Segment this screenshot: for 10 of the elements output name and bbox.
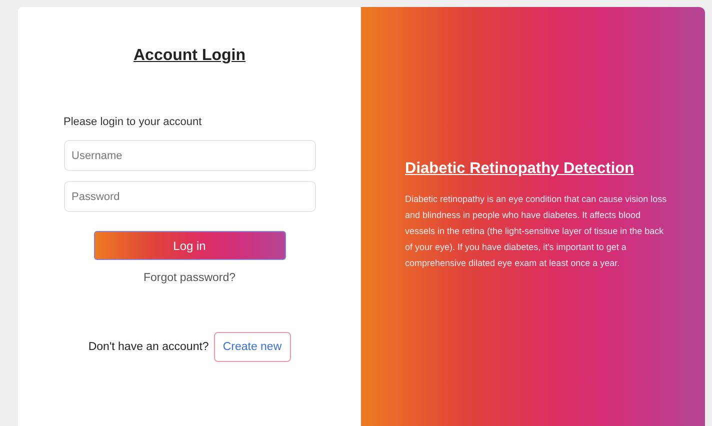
login-title: Account Login — [134, 47, 246, 65]
info-title: Diabetic Retinopathy Detection — [405, 160, 636, 178]
forgot-password-link[interactable]: Forgot password? — [143, 272, 236, 284]
password-field[interactable]: Password — [64, 181, 316, 212]
signup-prompt: Don't have an account? — [88, 341, 209, 353]
login-button[interactable]: Log in — [94, 231, 286, 260]
info-text: Diabetic retinopathy is an eye condition that can cause vision loss and blindness in people who have diabetes. It affects blood vessels in the retina (the light-sensitive layer of tissue in the back of your eye). If you have diabetes, it's important to get a comprehensive dilated eye exam at least once a year. — [405, 193, 667, 270]
login-prompt: Please login to your account — [64, 116, 203, 128]
create-account-button[interactable]: Create new — [214, 332, 291, 362]
username-field[interactable]: Username — [64, 140, 316, 171]
